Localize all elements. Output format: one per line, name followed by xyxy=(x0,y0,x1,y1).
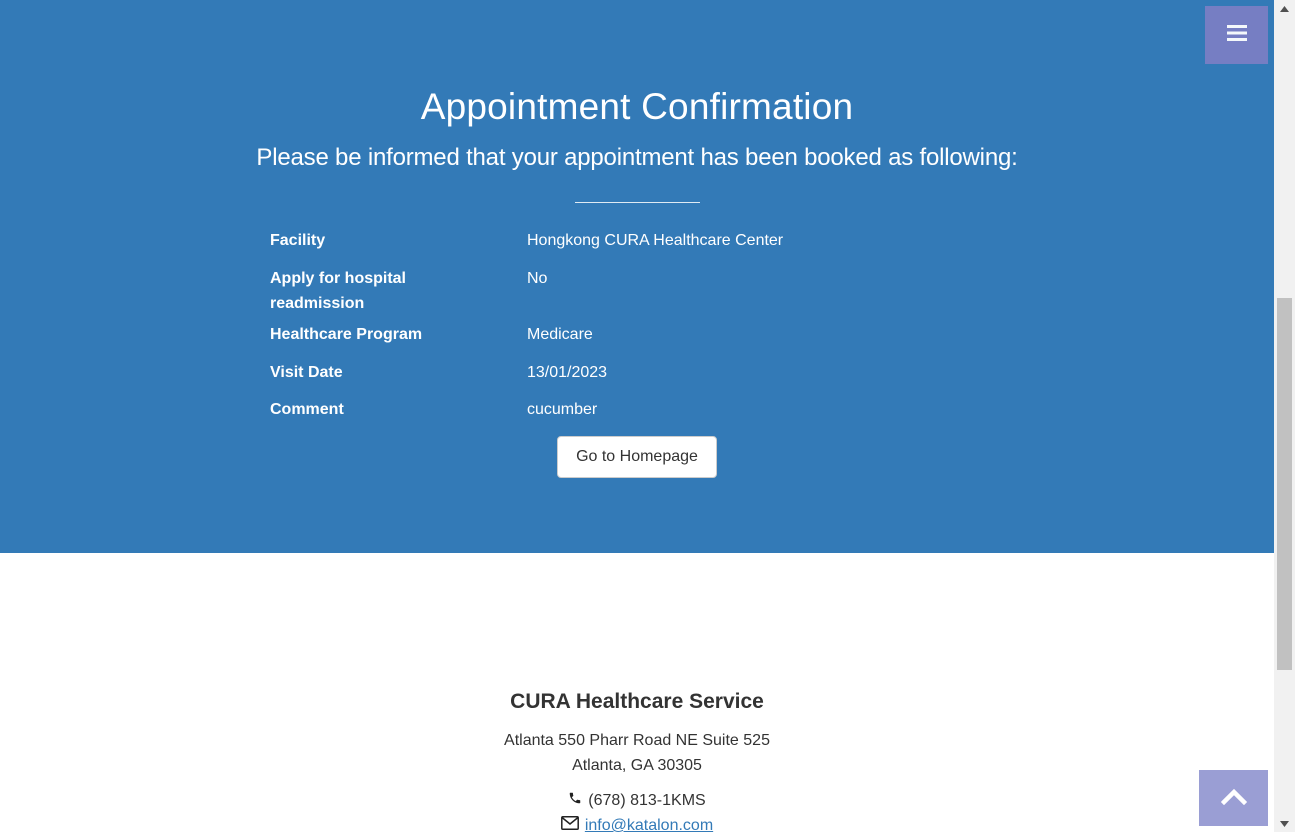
chevron-up-icon xyxy=(1220,787,1247,810)
visit-date-label: Visit Date xyxy=(270,364,343,381)
scroll-up-arrow-icon[interactable] xyxy=(1274,0,1295,17)
address-line-2: Atlanta, GA 30305 xyxy=(572,757,702,774)
facility-value: Hongkong CURA Healthcare Center xyxy=(527,232,784,249)
email-link[interactable]: info@katalon.com xyxy=(585,817,713,832)
phone-icon xyxy=(568,790,582,812)
footer-phone: (678) 813-1KMS xyxy=(0,790,1274,812)
phone-number: (678) 813-1KMS xyxy=(588,792,706,810)
footer-email: info@katalon.com xyxy=(0,815,1274,832)
comment-value: cucumber xyxy=(527,401,598,418)
appointment-confirmation-section: Appointment Confirmation Please be infor… xyxy=(0,0,1274,553)
footer-company-name: CURA Healthcare Service xyxy=(510,690,764,713)
scroll-down-arrow-icon[interactable] xyxy=(1274,815,1295,832)
program-label: Healthcare Program xyxy=(270,326,423,343)
envelope-icon xyxy=(560,815,579,832)
footer: CURA Healthcare Service Atlanta 550 Phar… xyxy=(0,553,1274,832)
readmission-value: No xyxy=(527,270,548,287)
visit-date-value: 13/01/2023 xyxy=(527,364,608,381)
scrollbar-thumb[interactable] xyxy=(1277,298,1292,670)
go-to-homepage-button[interactable]: Go to Homepage xyxy=(557,436,717,478)
comment-label: Comment xyxy=(270,401,344,418)
readmission-label: Apply for hospital readmission xyxy=(270,270,406,312)
facility-label: Facility xyxy=(270,232,326,249)
program-value: Medicare xyxy=(527,326,593,343)
page-title: Appointment Confirmation xyxy=(420,86,854,127)
page-viewport: Appointment Confirmation Please be infor… xyxy=(0,0,1274,832)
vertical-scrollbar[interactable] xyxy=(1274,0,1295,832)
footer-address: Atlanta 550 Pharr Road NE Suite 525 Atla… xyxy=(0,728,1274,778)
bars-icon xyxy=(1226,24,1247,46)
page-subtitle: Please be informed that your appointment… xyxy=(256,144,1018,171)
title-divider xyxy=(575,202,700,203)
menu-toggle-button[interactable] xyxy=(1205,6,1268,64)
address-line-1: Atlanta 550 Pharr Road NE Suite 525 xyxy=(504,732,770,749)
scroll-to-top-button[interactable] xyxy=(1199,770,1268,826)
